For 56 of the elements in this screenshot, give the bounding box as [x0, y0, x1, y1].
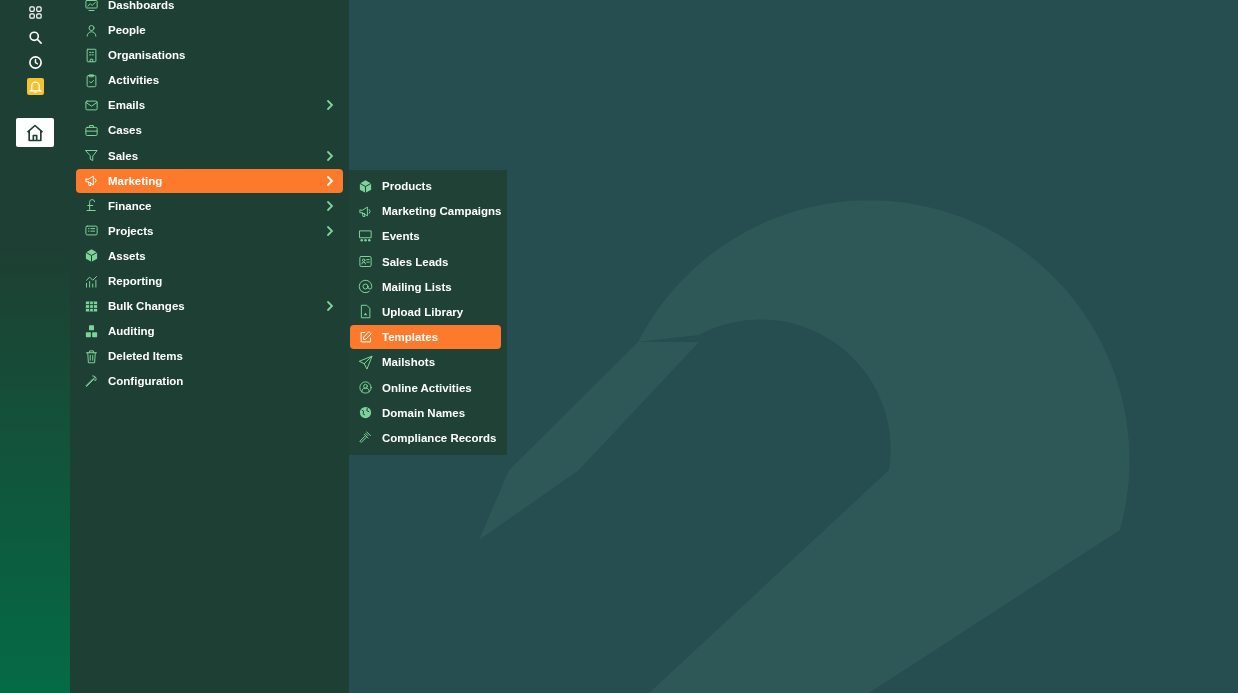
trash-icon — [84, 348, 99, 364]
globe-icon — [358, 405, 373, 421]
menu-item[interactable]: Sales — [76, 143, 343, 168]
menu-item[interactable]: Compliance Records — [350, 425, 501, 450]
at-sign-icon — [358, 279, 373, 295]
menu-item[interactable]: Mailshots — [350, 350, 501, 375]
gavel-icon — [358, 430, 373, 446]
chart-icon — [84, 273, 99, 289]
menu-item[interactable]: Configuration — [76, 369, 343, 394]
box-icon — [358, 178, 373, 194]
clipboard-icon — [84, 72, 99, 88]
megaphone-icon — [84, 173, 99, 189]
monitor-icon — [84, 0, 99, 13]
person-icon — [84, 22, 99, 38]
list-icon — [84, 223, 99, 239]
menu-item[interactable]: Bulk Changes — [76, 294, 343, 319]
user-circle-icon — [358, 380, 373, 395]
menu-item[interactable]: Products — [350, 174, 501, 198]
menu-item[interactable]: Reporting — [76, 269, 343, 294]
home-icon — [25, 122, 45, 143]
bell-icon — [27, 79, 43, 94]
id-card-icon — [358, 254, 373, 270]
menu-item[interactable]: Dashboards — [76, 0, 343, 17]
edit-icon — [358, 329, 373, 345]
menu-item[interactable]: Events — [350, 224, 501, 249]
grid-icon — [27, 5, 43, 20]
menu-item[interactable]: Auditing — [76, 319, 343, 344]
menu-item[interactable]: Emails — [76, 93, 343, 118]
menu-item[interactable]: Deleted Items — [76, 344, 343, 369]
clock-icon — [27, 55, 43, 70]
file-icon — [358, 304, 373, 320]
menu-item[interactable]: Finance — [76, 193, 343, 218]
envelope-icon — [84, 97, 99, 113]
home-button[interactable] — [16, 118, 54, 147]
menu-item[interactable]: People — [76, 18, 343, 43]
menu-item[interactable]: Sales Leads — [350, 249, 501, 274]
menu-item[interactable]: Mailing Lists — [350, 274, 501, 299]
funnel-icon — [84, 148, 99, 164]
pound-icon — [84, 198, 99, 214]
menu-item[interactable]: Online Activities — [350, 375, 501, 400]
menu-item[interactable]: Cases — [76, 118, 343, 143]
bell-button[interactable] — [26, 78, 44, 95]
paper-plane-icon — [358, 354, 373, 370]
menu-item[interactable]: Marketing Campaigns — [350, 199, 501, 224]
box-icon — [84, 248, 99, 264]
boxes-icon — [84, 323, 99, 339]
audience-icon — [358, 228, 373, 244]
menu-item[interactable]: Upload Library — [350, 299, 501, 324]
briefcase-icon — [84, 122, 99, 138]
search-icon — [27, 30, 43, 45]
building-icon — [84, 47, 99, 63]
menu-item[interactable]: Assets — [76, 243, 343, 268]
menu-item[interactable]: Projects — [76, 218, 343, 243]
menu-item[interactable]: Domain Names — [350, 400, 501, 425]
menu-item[interactable]: Activities — [76, 68, 343, 93]
menu-item[interactable]: Organisations — [76, 43, 343, 68]
